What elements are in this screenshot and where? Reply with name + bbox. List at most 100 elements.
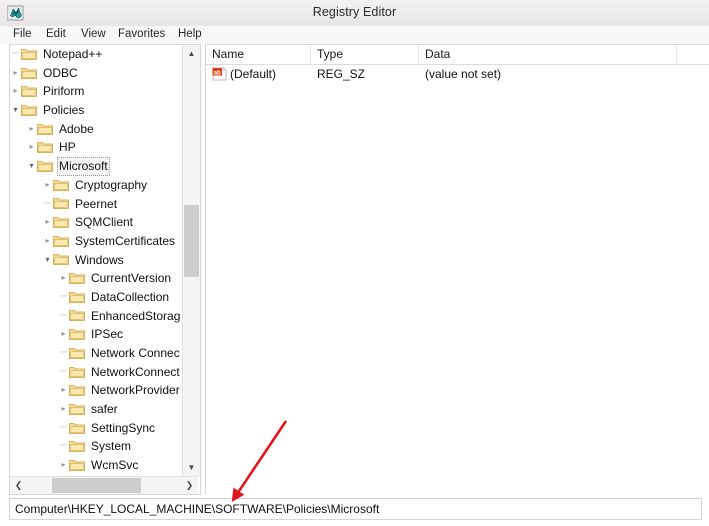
tree-item-windows[interactable]: Windows (10, 251, 180, 270)
folder-icon (69, 308, 85, 322)
tree-expander-collapsed-icon[interactable] (10, 64, 21, 83)
tree-item-label: Piriform (43, 84, 85, 99)
tree-item-label: WcmSvc (91, 458, 139, 473)
tree-item-system[interactable]: ─ System (10, 437, 180, 456)
folder-icon (53, 234, 69, 247)
registry-tree[interactable]: ─ Notepad++ ODBC Piriform Policies Adobe HP Mic… (10, 45, 180, 476)
tree-item-safer[interactable]: safer (10, 400, 180, 419)
column-header-name[interactable]: Name (206, 45, 311, 64)
menu-view[interactable]: View (78, 28, 109, 40)
menu-help[interactable]: Help (175, 28, 205, 40)
folder-icon (69, 439, 85, 453)
tree-item-label: Policies (43, 103, 85, 118)
tree-expander-expanded-icon[interactable] (10, 101, 21, 120)
status-path: Computer\HKEY_LOCAL_MACHINE\SOFTWARE\Pol… (15, 502, 380, 516)
tree-expander-collapsed-icon[interactable] (58, 381, 69, 400)
menu-edit[interactable]: Edit (43, 28, 69, 40)
folder-icon (69, 365, 85, 378)
tree-item-adobe[interactable]: Adobe (10, 120, 180, 139)
tree-item-networkconnecti[interactable]: ─ NetworkConnecti (10, 363, 180, 382)
tree-item-hp[interactable]: HP (10, 138, 180, 157)
tree-item-notepad-[interactable]: ─ Notepad++ (10, 45, 180, 64)
tree-expander-collapsed-icon[interactable] (58, 325, 69, 344)
tree-item-label: Notepad++ (43, 47, 103, 61)
folder-icon (69, 346, 85, 359)
tree-item-piriform[interactable]: Piriform (10, 82, 180, 101)
tree-expander-collapsed-icon[interactable] (58, 456, 69, 475)
tree-line: ─ (59, 290, 68, 302)
tree-item-networkprovider[interactable]: NetworkProvider (10, 381, 180, 400)
content-area: ─ Notepad++ ODBC Piriform Policies Adobe HP Mic… (0, 44, 709, 496)
tree-item-label: NetworkProvider (91, 383, 180, 398)
tree-expander-collapsed-icon[interactable] (42, 213, 53, 232)
folder-icon (53, 196, 69, 210)
tree-item-label: SystemCertificates (75, 233, 176, 248)
column-header-filler[interactable] (677, 45, 709, 64)
tree-expander-collapsed-icon[interactable] (10, 82, 21, 101)
tree-item-label: Cryptography (75, 177, 148, 192)
tree-expander-collapsed-icon[interactable] (26, 120, 37, 139)
folder-icon (69, 290, 85, 303)
status-bar: Computer\HKEY_LOCAL_MACHINE\SOFTWARE\Pol… (9, 498, 702, 520)
cell-data: (value not set) (425, 67, 502, 81)
scroll-right-icon[interactable]: ❯ (181, 477, 198, 494)
folder-icon (69, 271, 85, 285)
tree-item-label: Microsoft (57, 157, 110, 176)
tree-item-label: DataCollection (91, 289, 170, 304)
tree-expander-expanded-icon[interactable] (26, 157, 37, 176)
tree-expander-expanded-icon[interactable] (42, 251, 53, 270)
tree-expander-collapsed-icon[interactable] (58, 269, 69, 288)
tree-item-label: Adobe (59, 121, 94, 136)
tree-expander-collapsed-icon[interactable] (42, 176, 53, 195)
tree-item-odbc[interactable]: ODBC (10, 64, 180, 83)
column-header-type[interactable]: Type (311, 45, 419, 64)
folder-icon (53, 178, 69, 191)
folder-icon (21, 103, 37, 116)
tree-item-microsoft[interactable]: Microsoft (10, 157, 180, 176)
title-bar: Registry Editor (0, 0, 709, 27)
tree-item-label: CurrentVersion (91, 271, 172, 286)
menu-favorites[interactable]: Favorites (115, 28, 168, 40)
tree-expander-collapsed-icon[interactable] (58, 400, 69, 419)
folder-icon (21, 84, 37, 98)
tree-horizontal-scrollbar[interactable]: ❮ ❯ (10, 476, 198, 494)
folder-icon (69, 458, 85, 471)
tree-line: ─ (59, 347, 68, 358)
folder-icon (69, 421, 85, 434)
window-title: Registry Editor (312, 5, 397, 19)
menu-file[interactable]: File (10, 28, 35, 40)
table-row[interactable]: ab (Default) REG_SZ (value not set) (206, 65, 709, 83)
tree-item-currentversion[interactable]: CurrentVersion (10, 269, 180, 288)
tree-item-sqmclient[interactable]: SQMClient (10, 213, 180, 232)
tree-item-label: Windows (75, 252, 124, 267)
horizontal-scroll-thumb[interactable] (52, 478, 141, 493)
tree-line: ─ (59, 309, 68, 321)
scroll-up-icon[interactable]: ▲ (183, 45, 200, 62)
folder-icon (21, 47, 37, 60)
tree-vertical-scrollbar[interactable]: ▲ ▼ (182, 45, 200, 476)
string-value-icon: ab (212, 66, 227, 81)
folder-icon (53, 215, 69, 229)
tree-expander-collapsed-icon[interactable] (26, 138, 37, 157)
tree-item-systemcertificates[interactable]: SystemCertificates (10, 232, 180, 251)
tree-expander-collapsed-icon[interactable] (42, 232, 53, 251)
registry-tree-pane: ─ Notepad++ ODBC Piriform Policies Adobe HP Mic… (9, 44, 201, 495)
tree-item-policies[interactable]: Policies (10, 101, 180, 120)
tree-item-enhancedstorage[interactable]: ─ EnhancedStorage (10, 307, 180, 326)
tree-item-cryptography[interactable]: Cryptography (10, 176, 180, 195)
vertical-scroll-thumb[interactable] (184, 205, 199, 277)
tree-item-label: ODBC (43, 65, 78, 80)
tree-item-datacollection[interactable]: ─ DataCollection (10, 288, 180, 307)
cell-name: (Default) (230, 67, 277, 81)
tree-item-label: HP (59, 140, 76, 155)
column-header-data[interactable]: Data (419, 45, 677, 64)
tree-item-label: SQMClient (75, 215, 134, 230)
scroll-left-icon[interactable]: ❮ (10, 477, 27, 494)
cell-type: REG_SZ (317, 67, 366, 81)
tree-item-settingsync[interactable]: ─ SettingSync (10, 419, 180, 438)
tree-item-ipsec[interactable]: IPSec (10, 325, 180, 344)
tree-item-wcmsvc[interactable]: WcmSvc (10, 456, 180, 475)
scroll-down-icon[interactable]: ▼ (183, 459, 200, 476)
tree-item-peernet[interactable]: ─ Peernet (10, 195, 180, 214)
tree-item-network-connect[interactable]: ─ Network Connect (10, 344, 180, 363)
